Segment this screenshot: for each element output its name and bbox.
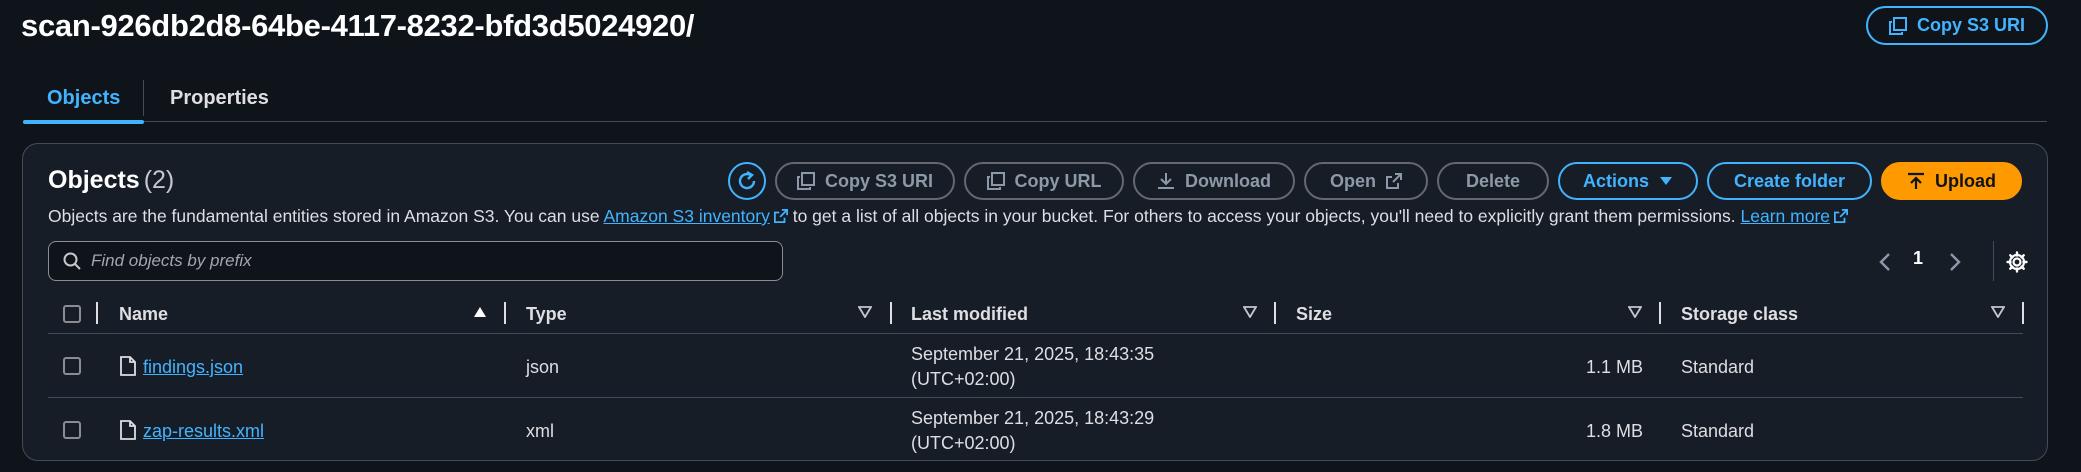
sort-icon[interactable] (858, 306, 872, 318)
file-icon (120, 356, 136, 376)
column-divider (1274, 302, 1276, 324)
objects-panel: Objects (2) Copy S3 URI Copy URL Download… (22, 143, 2048, 461)
copy-icon (986, 172, 1005, 190)
page-title: scan-926db2d8-64be-4117-8232-bfd3d502492… (21, 8, 695, 43)
row-checkbox[interactable] (63, 421, 81, 439)
delete-button[interactable]: Delete (1437, 162, 1549, 200)
file-type: json (526, 357, 560, 377)
refresh-icon (738, 170, 756, 190)
description-prefix: Objects are the fundamental entities sto… (48, 206, 604, 226)
create-folder-label: Create folder (1733, 170, 1846, 191)
open-label: Open (1329, 170, 1376, 191)
row-checkbox[interactable] (63, 357, 81, 375)
external-link-icon (1386, 173, 1402, 189)
copy-icon (1888, 16, 1907, 35)
file-name-link[interactable]: zap-results.xml (143, 421, 264, 442)
download-icon (1158, 173, 1174, 189)
copy-s3-uri-toolbar-label: Copy S3 URI (824, 170, 934, 191)
upload-label: Upload (1935, 170, 1996, 191)
file-icon (120, 420, 136, 440)
table-row: findings.json json September 21, 2025, 1… (48, 335, 2023, 398)
download-button[interactable]: Download (1133, 162, 1295, 200)
table-row: zap-results.xml xml September 21, 2025, … (48, 399, 2023, 462)
pager-divider (1993, 241, 1994, 281)
actions-dropdown[interactable]: Actions (1558, 162, 1698, 200)
last-modified-date: September 21, 2025, 18:43:35 (911, 344, 1155, 364)
tab-objects[interactable]: Objects (23, 74, 145, 124)
file-name-link[interactable]: findings.json (143, 357, 243, 378)
external-link-icon (1834, 209, 1849, 223)
delete-label: Delete (1465, 170, 1521, 191)
tab-bar: Objects Properties (23, 74, 2047, 124)
refresh-button[interactable] (728, 162, 766, 200)
file-size: 1.1 MB (1585, 357, 1643, 377)
create-folder-button[interactable]: Create folder (1707, 162, 1872, 200)
copy-url-label: Copy URL (1014, 170, 1102, 191)
copy-s3-uri-label: Copy S3 URI (1916, 15, 2026, 35)
column-header-size[interactable]: Size (1296, 294, 1332, 334)
column-divider (504, 302, 506, 324)
copy-url-button[interactable]: Copy URL (964, 162, 1124, 200)
tab-properties-label: Properties (170, 86, 269, 109)
sort-icon[interactable] (1628, 306, 1642, 318)
caret-down-icon (1660, 177, 1672, 185)
objects-count: (2) (143, 166, 175, 194)
search-icon (63, 252, 81, 270)
copy-s3-uri-button[interactable]: Copy S3 URI (1866, 6, 2048, 45)
sort-icon[interactable] (1243, 306, 1257, 318)
objects-heading-text: Objects (48, 166, 140, 194)
upload-icon (1908, 172, 1924, 189)
inventory-link[interactable]: Amazon S3 inventory (604, 206, 770, 226)
column-header-last-modified[interactable]: Last modified (911, 294, 1028, 334)
chevron-right-icon[interactable] (1948, 252, 1962, 272)
page-number[interactable]: 1 (1913, 248, 1923, 269)
column-divider (1659, 302, 1661, 324)
chevron-left-icon[interactable] (1878, 252, 1892, 272)
external-link-icon (773, 209, 788, 223)
column-header-storage-class[interactable]: Storage class (1681, 294, 1798, 334)
table-header: Name Type Last modified Size Storage cla… (48, 294, 2024, 334)
column-header-type[interactable]: Type (526, 294, 567, 334)
column-divider (890, 302, 892, 324)
file-size: 1.8 MB (1585, 421, 1643, 441)
storage-class: Standard (1681, 357, 1755, 377)
description-middle: to get a list of all objects in your buc… (787, 206, 1741, 226)
tab-objects-label: Objects (47, 86, 121, 109)
upload-button[interactable]: Upload (1881, 162, 2022, 200)
learn-more-link[interactable]: Learn more (1741, 206, 1831, 226)
storage-class: Standard (1681, 421, 1755, 441)
column-divider (96, 302, 98, 324)
column-divider (2022, 302, 2024, 324)
download-label: Download (1185, 170, 1271, 191)
sort-ascending-icon[interactable] (473, 306, 487, 318)
last-modified-date: September 21, 2025, 18:43:29 (911, 408, 1155, 428)
search-box (48, 241, 783, 281)
copy-s3-uri-toolbar-button[interactable]: Copy S3 URI (775, 162, 955, 200)
last-modified-tz: (UTC+02:00) (911, 433, 1016, 453)
select-all-checkbox[interactable] (63, 305, 81, 323)
file-type: xml (526, 421, 554, 441)
search-input[interactable] (91, 251, 741, 271)
tab-divider (143, 80, 144, 116)
sort-icon[interactable] (1991, 306, 2005, 318)
gear-icon[interactable] (2006, 251, 2028, 273)
copy-icon (796, 172, 815, 190)
tab-properties[interactable]: Properties (170, 74, 269, 122)
objects-description: Objects are the fundamental entities sto… (48, 206, 1849, 227)
column-header-name[interactable]: Name (119, 294, 168, 334)
objects-heading: Objects (2) (48, 166, 174, 195)
open-button[interactable]: Open (1304, 162, 1428, 200)
last-modified-tz: (UTC+02:00) (911, 369, 1016, 389)
actions-label: Actions (1582, 170, 1649, 191)
